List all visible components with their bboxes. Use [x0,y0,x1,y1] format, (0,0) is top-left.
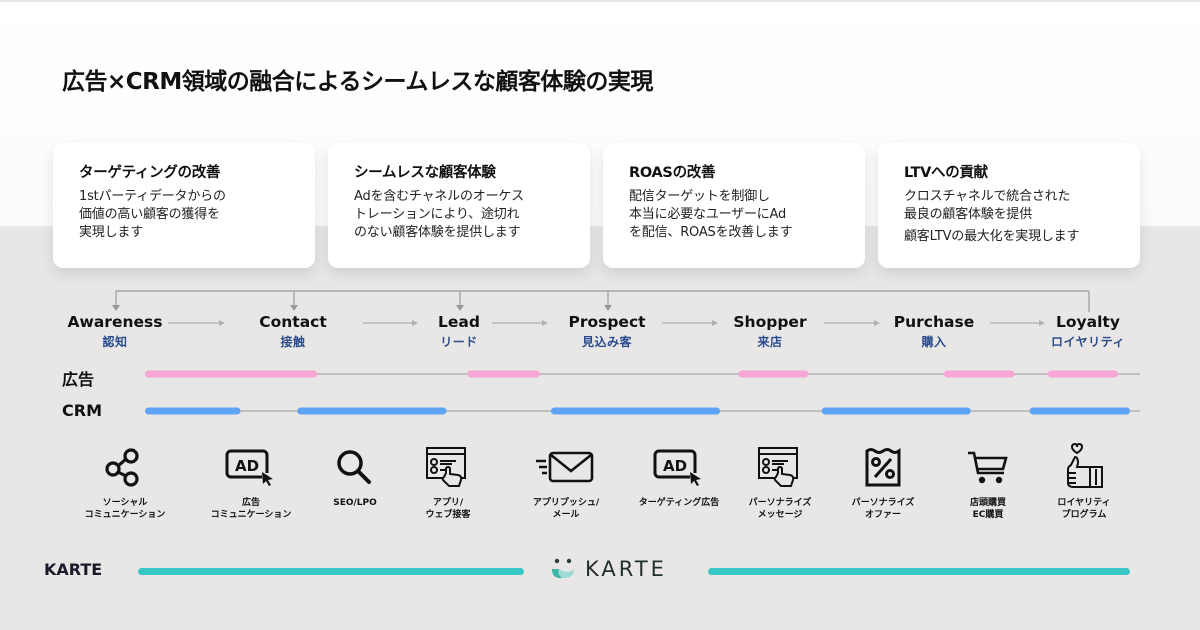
connector-arrowheads [112,305,612,311]
ad-track-segment [145,370,318,378]
stage-name: Awareness [67,313,163,331]
ad-track-segment [738,370,809,378]
stage-name: Contact [259,313,327,331]
row-label-ad: 広告 [62,370,95,389]
stage-name: Prospect [568,313,646,331]
karte-row-label: KARTE [44,560,103,579]
channel-label: ロイヤリティ プログラム [1057,498,1111,520]
channel-tracks [145,370,1140,415]
card-body-extra: 顧客LTVの最大化を実現します [904,229,1080,244]
crm-track-segment [145,407,241,415]
stage-lead: Lead リード [389,313,529,350]
thumbs-up-heart-icon [1067,443,1103,488]
karte-face-icon [552,558,574,579]
svg-text:AD: AD [663,457,687,475]
stage-name-jp: 来店 [757,335,783,349]
stage-awareness: Awareness 認知 [45,313,185,350]
card-body: クロスチャネルで統合された 最良の顧客体験を提供 [904,189,1071,222]
ad-click-icon: AD [653,449,701,486]
channel-social: ソーシャル コミュニケーション [55,445,195,521]
crm-track-segment [1029,407,1131,415]
mail-send-icon [536,451,594,483]
ad-click-icon: AD [225,449,273,486]
card-heading: シームレスな顧客体験 [354,165,496,181]
stage-name-jp: 見込み客 [581,335,632,349]
arrow-down-icon [290,305,298,311]
karte-logo-text: KARTE [585,557,667,581]
ad-track-segment [1047,370,1119,378]
stage-name: Loyalty [1056,313,1120,331]
top-border [0,0,1200,2]
stage-contact: Contact 接触 [223,313,363,350]
web-form-hand-icon [758,447,798,487]
cart-icon [968,451,1008,484]
svg-text:AD: AD [235,457,259,475]
channel-loyalty-program: ロイヤリティ プログラム [1014,443,1154,521]
arrow-down-icon [456,305,464,311]
percent-receipt-icon [865,448,901,487]
karte-logo: KARTE [549,557,667,581]
stage-shopper: Shopper 来店 [700,313,840,350]
crm-track-segment [297,407,447,415]
share-icon [105,448,139,487]
benefit-card-seamless: シームレスな顧客体験 Adを含むチャネルのオーケス トレーションにより、途切れ … [328,143,590,268]
card-heading: ターゲティングの改善 [79,165,221,181]
stage-name-jp: 接触 [280,335,306,349]
arrow-down-icon [604,305,612,311]
search-icon [337,450,371,484]
crm-track-segment [550,407,721,415]
stage-name-jp: ロイヤリティ [1051,335,1125,349]
benefit-card-targeting: ターゲティングの改善 1stパーティデータからの 価値の高い顧客の獲得を 実現し… [53,143,315,268]
karte-track-left [138,568,524,575]
card-heading: LTVへの貢献 [904,165,988,181]
benefit-card-roas: ROASの改善 配信ターゲットを制御し 本当に必要なユーザーにAd を配信、RO… [603,143,865,268]
stage-prospect: Prospect 見込み客 [537,313,677,350]
karte-track-right [708,568,1130,575]
web-form-hand-icon [426,447,466,487]
stage-loyalty: Loyalty ロイヤリティ [1018,313,1158,350]
arrow-down-icon [112,305,120,311]
card-body: 配信ターゲットを制御し 本当に必要なユーザーにAd を配信、ROASを改善します [629,189,793,240]
stage-name: Purchase [893,313,975,331]
stage-name-jp: 認知 [102,335,128,349]
ad-track-segment [943,370,1015,378]
stage-name: Lead [438,313,480,331]
crm-track-segment [821,407,971,415]
channel-label: ソーシャル コミュニケーション [84,498,166,520]
stage-name: Shopper [733,313,807,331]
stage-name-jp: リード [440,335,478,349]
stage-purchase: Purchase 購入 [864,313,1004,350]
page-title: 広告×CRM領域の融合によるシームレスな顧客体験の実現 [62,69,653,95]
card-heading: ROASの改善 [629,165,716,181]
card-body: Adを含むチャネルのオーケス トレーションにより、途切れ のない顧客体験を提供し… [354,189,524,240]
stage-name-jp: 購入 [921,335,947,349]
card-connector-lines [115,290,1090,312]
ad-track-segment [467,370,541,378]
row-label-crm: CRM [62,401,102,420]
benefit-card-ltv: LTVへの貢献 クロスチャネルで統合された 最良の顧客体験を提供 顧客LTVの最… [878,143,1140,268]
card-body: 1stパーティデータからの 価値の高い顧客の獲得を 実現します [79,189,226,240]
